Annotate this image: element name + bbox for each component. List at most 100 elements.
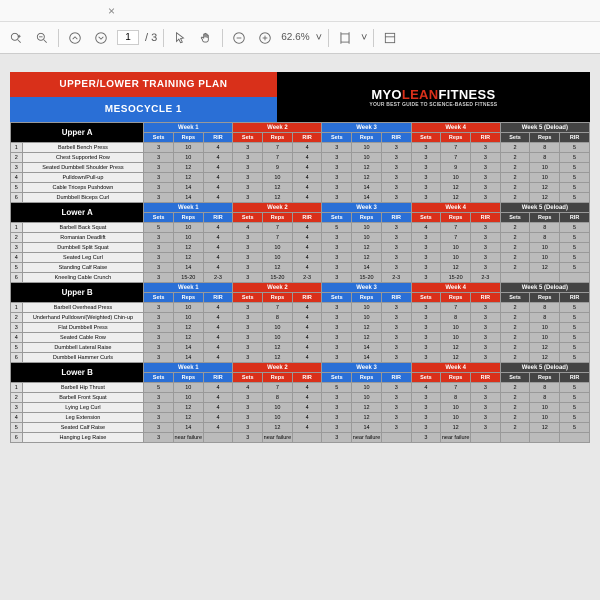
group-name: Lower B	[11, 363, 144, 383]
exercise-row: 4Pulldown/Pull-up31243104312331032105	[11, 173, 590, 183]
col-header: Reps	[173, 133, 203, 143]
col-header: RIR	[292, 213, 322, 223]
col-header: RIR	[381, 293, 411, 303]
exercise-name: Seated Cable Row	[22, 333, 144, 343]
col-header: RIR	[560, 133, 590, 143]
page-up-icon[interactable]	[65, 28, 85, 48]
week-header: Week 2	[233, 283, 322, 293]
exercise-name: Seated Calf Raise	[22, 423, 144, 433]
col-header: Sets	[500, 373, 530, 383]
col-header: RIR	[471, 293, 501, 303]
exercise-row: 4Seated Leg Curl31243104312331032105	[11, 253, 590, 263]
exercise-row: 4Seated Cable Row31243104312331032105	[11, 333, 590, 343]
fit-dropdown[interactable]: ˅	[361, 32, 367, 44]
col-header: Reps	[530, 213, 560, 223]
exercise-row: 6Dumbbell Biceps Curl3144312431433123212…	[11, 193, 590, 203]
col-header: RIR	[381, 213, 411, 223]
col-header: Reps	[173, 373, 203, 383]
exercise-row: 6Hanging Leg Raise3near failure3near fai…	[11, 433, 590, 443]
exercise-row: 2Underhand Pulldown/(Weighted) Chin-up31…	[11, 313, 590, 323]
page-down-icon[interactable]	[91, 28, 111, 48]
plan-title: UPPER/LOWER TRAINING PLAN	[10, 72, 277, 97]
col-header: RIR	[381, 373, 411, 383]
col-header: RIR	[203, 133, 233, 143]
col-header: RIR	[292, 133, 322, 143]
exercise-row: 5Seated Calf Raise31443124314331232125	[11, 423, 590, 433]
col-header: Sets	[322, 133, 352, 143]
exercise-row: 5Dumbbell Lateral Raise31443124314331232…	[11, 343, 590, 353]
col-header: Reps	[441, 213, 471, 223]
week-header: Week 2	[233, 203, 322, 213]
exercise-row: 3Flat Dumbbell Press31243104312331032105	[11, 323, 590, 333]
group-name: Lower A	[11, 203, 144, 223]
exercise-row: 4Leg Extension31243104312331032105	[11, 413, 590, 423]
search-minus-icon[interactable]	[32, 28, 52, 48]
week-header: Week 5 (Deload)	[500, 123, 589, 133]
exercise-name: Dumbbell Lateral Raise	[22, 343, 144, 353]
col-header: Reps	[263, 133, 293, 143]
exercise-row: 2Barbell Front Squat31043843103383285	[11, 393, 590, 403]
week-header: Week 5 (Deload)	[500, 283, 589, 293]
zoom-dropdown[interactable]: ˅	[316, 32, 322, 44]
exercise-name: Barbell Front Squat	[22, 393, 144, 403]
col-header: RIR	[560, 373, 590, 383]
col-header: Sets	[144, 373, 174, 383]
zoom-in-icon[interactable]	[255, 28, 275, 48]
pointer-icon[interactable]	[170, 28, 190, 48]
col-header: Reps	[352, 373, 382, 383]
exercise-name: Standing Calf Raise	[22, 263, 144, 273]
week-header: Week 4	[411, 203, 500, 213]
week-header: Week 5 (Deload)	[500, 363, 589, 373]
exercise-row: 6Kneeling Cable Crunch315-202-3315-202-3…	[11, 273, 590, 283]
zoom-out-icon[interactable]	[229, 28, 249, 48]
brand-logo: MYOLEANFITNESS YOUR BEST GUIDE TO SCIENC…	[277, 72, 590, 122]
week-header: Week 4	[411, 363, 500, 373]
col-header: Sets	[233, 133, 263, 143]
col-header: Reps	[263, 293, 293, 303]
week-header: Week 5 (Deload)	[500, 203, 589, 213]
exercise-name: Lying Leg Curl	[22, 403, 144, 413]
col-header: Sets	[500, 293, 530, 303]
exercise-row: 3Seated Dumbbell Shoulder Press312439431…	[11, 163, 590, 173]
col-header: Sets	[411, 213, 441, 223]
col-header: RIR	[203, 293, 233, 303]
col-header: RIR	[471, 133, 501, 143]
week-header: Week 1	[144, 363, 233, 373]
col-header: Sets	[233, 293, 263, 303]
exercise-name: Barbell Hip Thrust	[22, 383, 144, 393]
search-icon[interactable]	[6, 28, 26, 48]
exercise-name: Barbell Back Squat	[22, 223, 144, 233]
week-header: Week 1	[144, 123, 233, 133]
col-header: Sets	[144, 293, 174, 303]
tab-close[interactable]: ×	[100, 4, 123, 18]
col-header: Reps	[441, 293, 471, 303]
document-canvas[interactable]: UPPER/LOWER TRAINING PLAN MESOCYCLE 1 MY…	[0, 54, 600, 600]
tab-bar: ×	[0, 0, 600, 22]
col-header: RIR	[381, 133, 411, 143]
col-header: Reps	[530, 293, 560, 303]
group-name: Upper A	[11, 123, 144, 143]
col-header: Sets	[322, 213, 352, 223]
col-header: RIR	[471, 213, 501, 223]
exercise-name: Romanian Deadlift	[22, 233, 144, 243]
hand-icon[interactable]	[196, 28, 216, 48]
exercise-name: Leg Extension	[22, 413, 144, 423]
mesocycle-title: MESOCYCLE 1	[10, 97, 277, 122]
page-total: / 3	[145, 32, 157, 44]
col-header: RIR	[203, 373, 233, 383]
week-header: Week 4	[411, 123, 500, 133]
exercise-row: 1Barbell Bench Press31043743103373285	[11, 143, 590, 153]
view-icon[interactable]	[380, 28, 400, 48]
page-input[interactable]	[117, 30, 139, 45]
sheet: UPPER/LOWER TRAINING PLAN MESOCYCLE 1 MY…	[10, 72, 590, 443]
exercise-row: 2Chest Supported Row31043743103373285	[11, 153, 590, 163]
col-header: RIR	[560, 293, 590, 303]
week-header: Week 1	[144, 203, 233, 213]
week-header: Week 3	[322, 123, 411, 133]
col-header: RIR	[560, 213, 590, 223]
col-header: Reps	[530, 133, 560, 143]
col-header: Reps	[263, 213, 293, 223]
col-header: Sets	[144, 213, 174, 223]
fit-icon[interactable]	[335, 28, 355, 48]
group-name: Upper B	[11, 283, 144, 303]
